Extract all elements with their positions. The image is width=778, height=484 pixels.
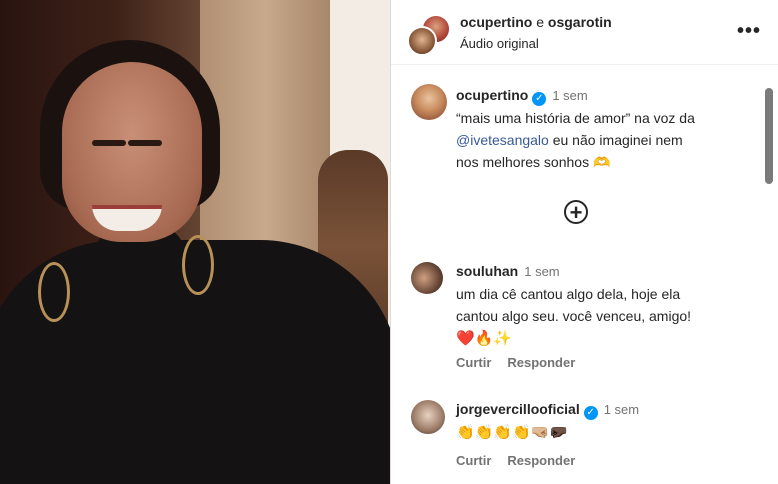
- caption-line-2: @ivetesangalo eu não imaginei nem: [456, 129, 695, 151]
- comment-time[interactable]: 1 sem: [524, 264, 559, 279]
- comment-line-2: cantou algo seu. você venceu, amigo!: [456, 308, 692, 324]
- caption-line-3: nos melhores sonhos 🫶: [456, 154, 611, 170]
- comment-emojis: 👏👏👏👏🤜🏼🤛🏿: [456, 423, 569, 441]
- caption-meta: ocupertino ✓ 1 sem: [456, 84, 695, 107]
- header-separator: e: [536, 14, 545, 30]
- singer-earring-right: [182, 235, 214, 295]
- singer-eye-right: [128, 140, 162, 146]
- comment-actions: Curtir Responder: [456, 453, 591, 468]
- verified-badge-icon: ✓: [583, 406, 598, 420]
- header-user1[interactable]: ocupertino: [460, 14, 532, 30]
- like-comment-button[interactable]: Curtir: [456, 355, 491, 370]
- comment-meta: souluhan 1 sem: [456, 260, 691, 283]
- avatar-ocupertino[interactable]: [411, 84, 447, 120]
- post-header: ocupertino e osgarotin Áudio original ••…: [391, 0, 778, 65]
- comment-line-1: um dia cê cantou algo dela, hoje ela: [456, 286, 681, 302]
- singer-eye-left: [92, 140, 126, 146]
- reply-comment-button[interactable]: Responder: [507, 355, 575, 370]
- caption-line-2-text: eu não imaginei nem: [548, 132, 683, 148]
- scrollbar-thumb[interactable]: [765, 88, 773, 184]
- caption: ocupertino ✓ 1 sem “mais uma história de a…: [456, 84, 695, 173]
- comment-actions: Curtir Responder: [456, 355, 591, 370]
- comment-meta: jorgevercillooficial ✓ 1 sem: [456, 398, 639, 421]
- load-more-comments-icon[interactable]: +: [564, 200, 588, 224]
- avatar-jorgevercillooficial[interactable]: [411, 400, 445, 434]
- avatar-osgarotin-header[interactable]: [407, 26, 437, 56]
- caption-line-1: “mais uma história de amor” na voz da: [456, 110, 695, 126]
- comment-time[interactable]: 1 sem: [604, 402, 639, 417]
- original-audio-link[interactable]: Áudio original: [460, 36, 539, 51]
- comment-emojis: ❤️🔥✨: [456, 329, 513, 347]
- more-options-icon[interactable]: •••: [737, 20, 761, 43]
- comment-username[interactable]: souluhan: [456, 263, 518, 279]
- mention-link[interactable]: @ivetesangalo: [456, 132, 549, 148]
- avatar-souluhan[interactable]: [411, 262, 443, 294]
- comment: jorgevercillooficial ✓ 1 sem 👏👏👏👏🤜🏼🤛🏿: [456, 398, 639, 443]
- comment-username[interactable]: jorgevercillooficial: [456, 401, 580, 417]
- header-usernames: ocupertino e osgarotin: [460, 14, 612, 30]
- singer-earring-left: [38, 262, 70, 322]
- comments-panel: ocupertino e osgarotin Áudio original ••…: [390, 0, 778, 484]
- reply-comment-button[interactable]: Responder: [507, 453, 575, 468]
- verified-badge-icon: ✓: [532, 92, 547, 106]
- header-user2[interactable]: osgarotin: [548, 14, 612, 30]
- comment: souluhan 1 sem um dia cê cantou algo dela…: [456, 260, 691, 349]
- caption-time[interactable]: 1 sem: [552, 88, 587, 103]
- video-player[interactable]: [0, 0, 390, 484]
- like-comment-button[interactable]: Curtir: [456, 453, 491, 468]
- caption-username[interactable]: ocupertino: [456, 87, 528, 103]
